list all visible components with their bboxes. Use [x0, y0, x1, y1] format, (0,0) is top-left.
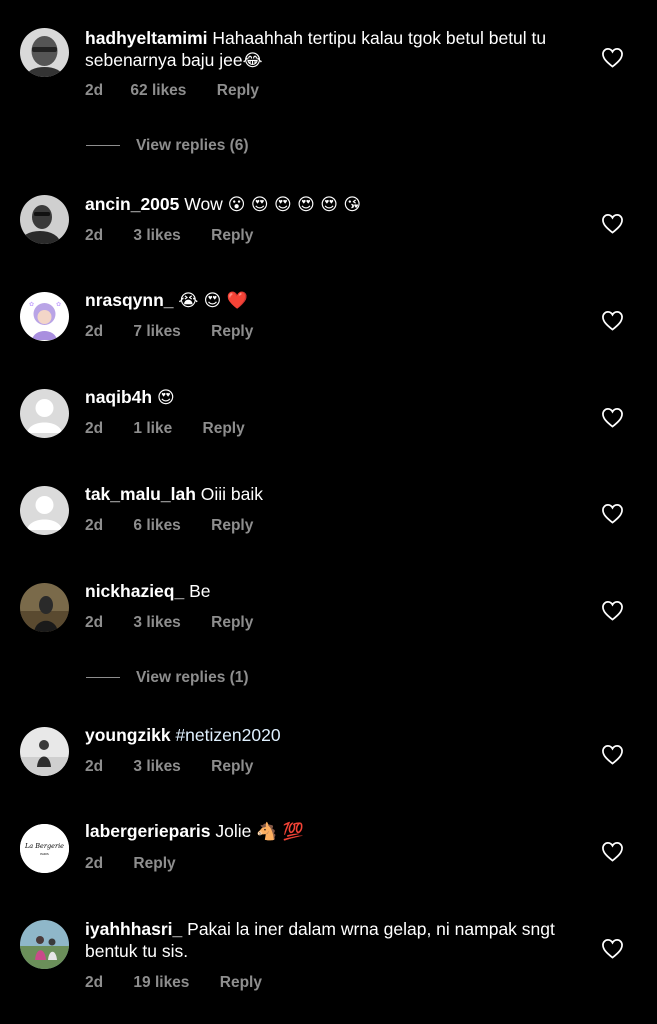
heart-icon[interactable]	[601, 503, 624, 524]
comment-likes[interactable]: 3 likes	[133, 614, 180, 632]
comment-time: 2d	[85, 517, 104, 534]
reply-button[interactable]: Reply	[211, 517, 253, 535]
reply-button[interactable]: Reply	[211, 614, 253, 632]
comment-emoji: 🐴 💯	[256, 822, 304, 842]
comment-meta: 2d Reply	[85, 855, 176, 873]
avatar[interactable]	[20, 727, 69, 776]
view-replies-button[interactable]: View replies (6)	[86, 137, 249, 155]
reply-button[interactable]: Reply	[203, 420, 245, 438]
comment-time: 2d	[85, 82, 104, 99]
comment-time: 2d	[85, 974, 104, 991]
comment-likes[interactable]: 7 likes	[133, 323, 180, 341]
comment-time: 2d	[85, 227, 104, 244]
comment-text: Oiii baik	[200, 484, 264, 504]
comment-username[interactable]: hadhyeltamimi	[85, 28, 208, 48]
comment-time: 2d	[85, 758, 104, 775]
comment-username[interactable]: iyahhhasri_	[85, 919, 182, 939]
comment-emoji: 😮 😍 😍 😍 😍 😘	[227, 195, 362, 215]
heart-icon[interactable]	[601, 47, 624, 68]
avatar[interactable]	[20, 583, 69, 632]
comment-meta: 2d 6 likes Reply	[85, 517, 253, 535]
comment-username[interactable]: nrasqynn_	[85, 290, 174, 310]
comment-likes[interactable]: 1 like	[133, 420, 172, 438]
comment-meta: 2d 3 likes Reply	[85, 227, 253, 245]
hashtag-link[interactable]: #netizen2020	[175, 725, 280, 745]
divider	[86, 677, 120, 679]
comment-body: iyahhhasri_ Pakai la iner dalam wrna gel…	[85, 918, 555, 962]
avatar-logo-text: La Bergerie	[24, 842, 64, 850]
avatar[interactable]	[20, 920, 69, 969]
comment-body: tak_malu_lah Oiii baik	[85, 483, 555, 505]
comment-username[interactable]: youngzikk	[85, 725, 171, 745]
comment-username[interactable]: ancin_2005	[85, 194, 179, 214]
comment-meta: 2d 3 likes Reply	[85, 758, 253, 776]
view-replies-label[interactable]: View replies (1)	[136, 669, 249, 686]
avatar[interactable]	[20, 486, 69, 535]
comment-body: hadhyeltamimi Hahaahhah tertipu kalau tg…	[85, 27, 555, 72]
svg-text:✿: ✿	[56, 301, 61, 308]
heart-icon[interactable]	[601, 213, 624, 234]
comment-username[interactable]: tak_malu_lah	[85, 484, 196, 504]
comment-likes[interactable]: 3 likes	[133, 227, 180, 245]
comment-likes[interactable]: 6 likes	[133, 517, 180, 535]
comment-emoji: 😍	[156, 388, 175, 408]
comment-username[interactable]: nickhazieq_	[85, 581, 184, 601]
comment-time: 2d	[85, 855, 104, 872]
reply-button[interactable]: Reply	[133, 855, 175, 873]
heart-icon[interactable]	[601, 744, 624, 765]
comment-body: ancin_2005 Wow 😮 😍 😍 😍 😍 😘	[85, 193, 555, 216]
heart-icon[interactable]	[601, 938, 624, 959]
comment-time: 2d	[85, 420, 104, 437]
comment-emoji: 😭 😍 ❤️	[178, 291, 248, 311]
view-replies-button[interactable]: View replies (1)	[86, 669, 249, 687]
reply-button[interactable]: Reply	[211, 758, 253, 776]
comment-time: 2d	[85, 614, 104, 631]
comment-likes[interactable]: 19 likes	[133, 974, 189, 992]
comment-time: 2d	[85, 323, 104, 340]
comment-meta: 2d 3 likes Reply	[85, 614, 253, 632]
comment-meta: 2d 62 likes Reply	[85, 82, 259, 100]
heart-icon[interactable]	[601, 600, 624, 621]
comment-emoji: 😂	[242, 51, 263, 71]
heart-icon[interactable]	[601, 407, 624, 428]
reply-button[interactable]: Reply	[211, 227, 253, 245]
avatar[interactable]: La Bergerie PARIS	[20, 824, 69, 873]
comment-likes[interactable]: 3 likes	[133, 758, 180, 776]
comment-meta: 2d 1 like Reply	[85, 420, 245, 438]
avatar[interactable]: ✿ ✿	[20, 292, 69, 341]
comment-text: Jolie	[215, 821, 252, 841]
svg-text:✿: ✿	[29, 301, 34, 308]
comment-meta: 2d 7 likes Reply	[85, 323, 253, 341]
comment-username[interactable]: labergerieparis	[85, 821, 210, 841]
comment-body: nrasqynn_ 😭 😍 ❤️	[85, 289, 555, 312]
comment-text: Wow	[184, 194, 223, 214]
reply-button[interactable]: Reply	[220, 974, 262, 992]
comment-body: labergerieparis Jolie 🐴 💯	[85, 820, 555, 843]
reply-button[interactable]: Reply	[217, 82, 259, 100]
avatar[interactable]	[20, 28, 69, 77]
divider	[86, 145, 120, 147]
comment-username[interactable]: naqib4h	[85, 387, 152, 407]
comment-body: nickhazieq_ Be	[85, 580, 555, 602]
avatar[interactable]	[20, 389, 69, 438]
heart-icon[interactable]	[601, 310, 624, 331]
view-replies-label[interactable]: View replies (6)	[136, 137, 249, 154]
avatar-logo-sub: PARIS	[40, 852, 49, 856]
comment-body: naqib4h 😍	[85, 386, 555, 409]
avatar[interactable]	[20, 195, 69, 244]
comment-likes[interactable]: 62 likes	[130, 82, 186, 100]
comment-body: youngzikk #netizen2020	[85, 724, 555, 746]
comment-meta: 2d 19 likes Reply	[85, 974, 262, 992]
reply-button[interactable]: Reply	[211, 323, 253, 341]
comment-text: Be	[189, 581, 211, 601]
heart-icon[interactable]	[601, 841, 624, 862]
